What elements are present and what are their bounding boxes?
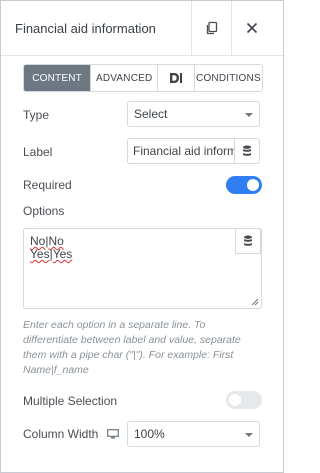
close-button[interactable] xyxy=(231,1,272,55)
type-select-value: Select xyxy=(134,107,168,121)
duplicate-button[interactable] xyxy=(191,1,232,55)
type-label: Type xyxy=(23,108,50,122)
required-toggle[interactable] xyxy=(226,176,262,194)
tab-conditions[interactable]: CONDITIONS xyxy=(195,65,262,91)
database-icon xyxy=(244,235,252,246)
desktop-icon[interactable] xyxy=(107,429,119,439)
form-field-panel: Financial aid information CONTENT ADVANC… xyxy=(0,0,284,473)
label-field-label: Label xyxy=(23,145,53,159)
option-line: Yes|Yes xyxy=(30,247,73,261)
copy-icon xyxy=(206,21,218,35)
options-label: Options xyxy=(23,204,65,218)
tab-advanced[interactable]: ADVANCED xyxy=(91,65,159,91)
toggle-knob xyxy=(229,394,241,406)
tab-content[interactable]: CONTENT xyxy=(24,65,92,91)
type-select[interactable]: Select xyxy=(127,101,260,127)
options-textarea[interactable]: No|No Yes|Yes xyxy=(23,228,262,309)
dynamic-tags-icon xyxy=(170,73,183,83)
chevron-down-icon xyxy=(245,433,253,437)
required-label: Required xyxy=(23,178,72,192)
panel-title: Financial aid information xyxy=(15,21,156,36)
multiple-selection-toggle[interactable] xyxy=(226,391,262,409)
tab-dynamic[interactable] xyxy=(158,65,195,91)
panel-tabs: CONTENT ADVANCED CONDITIONS xyxy=(23,64,263,92)
label-dynamic-button[interactable] xyxy=(234,138,260,164)
panel-header: Financial aid information xyxy=(1,1,283,56)
close-icon xyxy=(246,22,258,34)
toggle-knob xyxy=(247,179,259,191)
multiple-selection-label: Multiple Selection xyxy=(23,394,118,408)
column-width-value: 100% xyxy=(134,427,165,441)
chevron-down-icon xyxy=(245,113,253,117)
options-dynamic-button[interactable] xyxy=(235,228,261,254)
database-icon xyxy=(243,145,251,156)
column-width-select[interactable]: 100% xyxy=(127,421,260,447)
column-width-label: Column Width xyxy=(23,427,99,441)
resize-handle-icon[interactable] xyxy=(251,298,259,306)
options-help-text: Enter each option in a separate line. To… xyxy=(23,319,241,376)
label-input[interactable]: Financial aid information xyxy=(127,138,234,164)
